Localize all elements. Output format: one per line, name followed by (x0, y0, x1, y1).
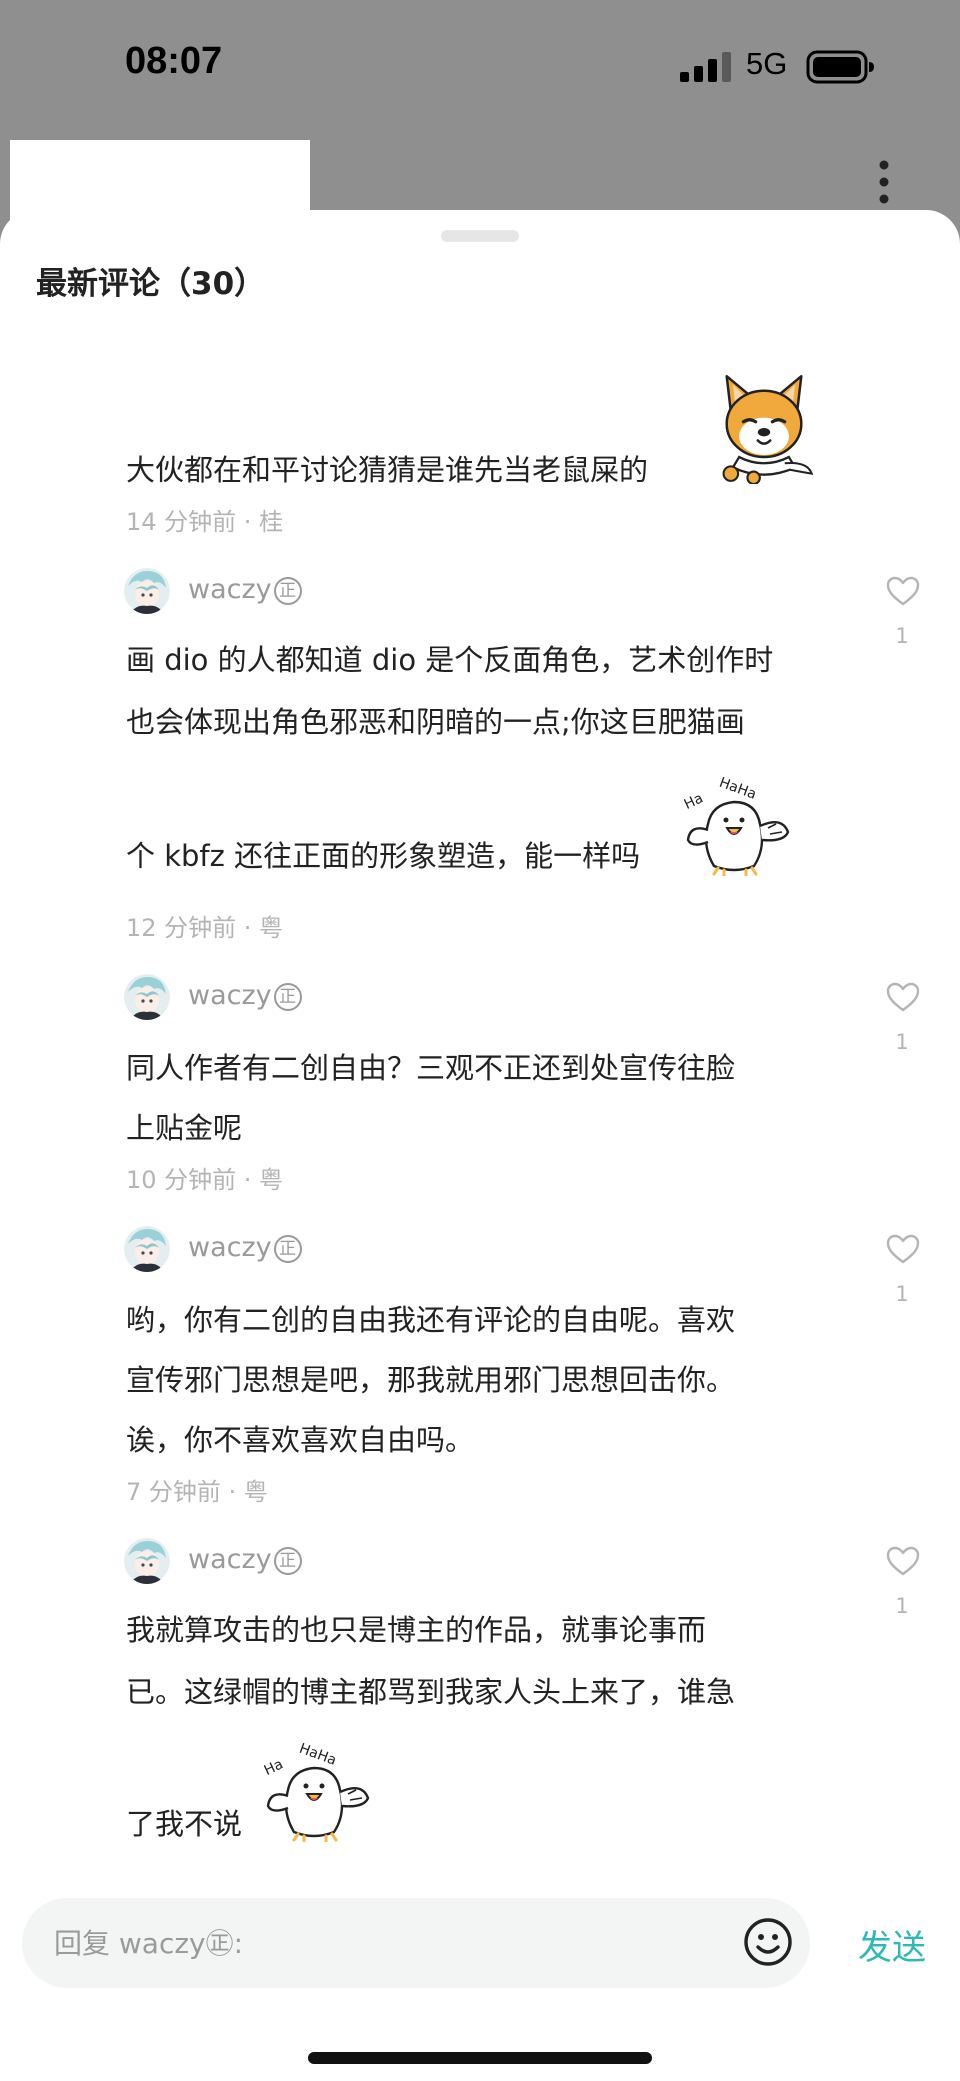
comment-text-line: 宣传邪门思想是吧，那我就用邪门思想回击你。 (126, 1363, 736, 1397)
heart-icon[interactable] (886, 576, 920, 606)
status-bar: 08:07 5G (0, 0, 960, 130)
like-count: 1 (895, 1030, 909, 1054)
sheet-grabber[interactable] (441, 230, 519, 242)
heart-icon[interactable] (886, 982, 920, 1012)
comment-text-line: 哟，你有二创的自由我还有评论的自由呢。喜欢 (126, 1303, 736, 1337)
comment-text-line: 我就算攻击的也只是博主的作品，就事论事而 (126, 1613, 707, 1647)
like-count: 1 (895, 1594, 909, 1618)
comment-meta: 10 分钟前 · 粤 (126, 1166, 284, 1194)
comment-text-line: 画 dio 的人都知道 dio 是个反面角色，艺术创作时 (126, 643, 774, 677)
background-card (10, 140, 310, 220)
laughing-bird-sticker (264, 1742, 374, 1842)
status-time: 08:07 (125, 40, 223, 82)
verified-badge: 正 (273, 576, 302, 605)
comment-username[interactable]: waczy 正 (188, 1544, 302, 1575)
comments-sheet: 最新评论（30） 大伙都在和平讨论猜猜是谁先当老鼠屎的 14 分钟前 · 桂 w… (0, 210, 960, 2081)
comment-username[interactable]: waczy 正 (188, 574, 302, 605)
avatar[interactable] (124, 568, 170, 614)
verified-badge: 正 (273, 1546, 302, 1575)
reply-composer (22, 1898, 810, 1988)
reply-input[interactable] (54, 1922, 714, 1964)
comment-text-line: 个 kbfz 还往正面的形象塑造，能一样吗 (126, 839, 641, 873)
doge-sticker (712, 370, 816, 484)
avatar[interactable] (124, 1226, 170, 1272)
more-icon[interactable] (866, 155, 902, 209)
network-label: 5G (746, 46, 788, 81)
laughing-bird-sticker (684, 776, 794, 876)
verified-badge: 正 (273, 982, 302, 1011)
signal-icon (680, 52, 731, 82)
comment-text-line: 大伙都在和平讨论猜猜是谁先当老鼠屎的 (126, 453, 649, 487)
send-button[interactable]: 发送 (858, 1920, 926, 1969)
avatar[interactable] (124, 974, 170, 1020)
username-text: waczy (188, 1232, 272, 1263)
comment-meta: 14 分钟前 · 桂 (126, 508, 284, 536)
comment-text-line: 了我不说 (126, 1807, 243, 1841)
comment-text-line: 诶，你不喜欢喜欢自由吗。 (126, 1423, 475, 1457)
heart-icon[interactable] (886, 1234, 920, 1264)
comment-username[interactable]: waczy 正 (188, 1232, 302, 1263)
battery-icon (806, 50, 874, 84)
avatar[interactable] (124, 1538, 170, 1584)
emoji-icon[interactable] (742, 1916, 794, 1968)
comment-meta: 12 分钟前 · 粤 (126, 914, 284, 942)
comment-username[interactable]: waczy 正 (188, 980, 302, 1011)
username-text: waczy (188, 574, 272, 605)
username-text: waczy (188, 980, 272, 1011)
comment-text-line: 同人作者有二创自由？三观不正还到处宣传往脸 (126, 1051, 736, 1085)
home-indicator (308, 2052, 652, 2064)
like-count: 1 (895, 624, 909, 648)
username-text: waczy (188, 1544, 272, 1575)
comments-title: 最新评论（30） (36, 266, 266, 302)
comment-meta: 7 分钟前 · 粤 (126, 1478, 268, 1506)
heart-icon[interactable] (886, 1546, 920, 1576)
verified-badge: 正 (273, 1234, 302, 1263)
comment-text-line: 上贴金呢 (126, 1111, 243, 1145)
comment-text-line: 也会体现出角色邪恶和阴暗的一点;你这巨肥猫画 (126, 705, 745, 739)
like-count: 1 (895, 1282, 909, 1306)
comment-text-line: 已。这绿帽的博主都骂到我家人头上来了，谁急 (126, 1675, 736, 1709)
